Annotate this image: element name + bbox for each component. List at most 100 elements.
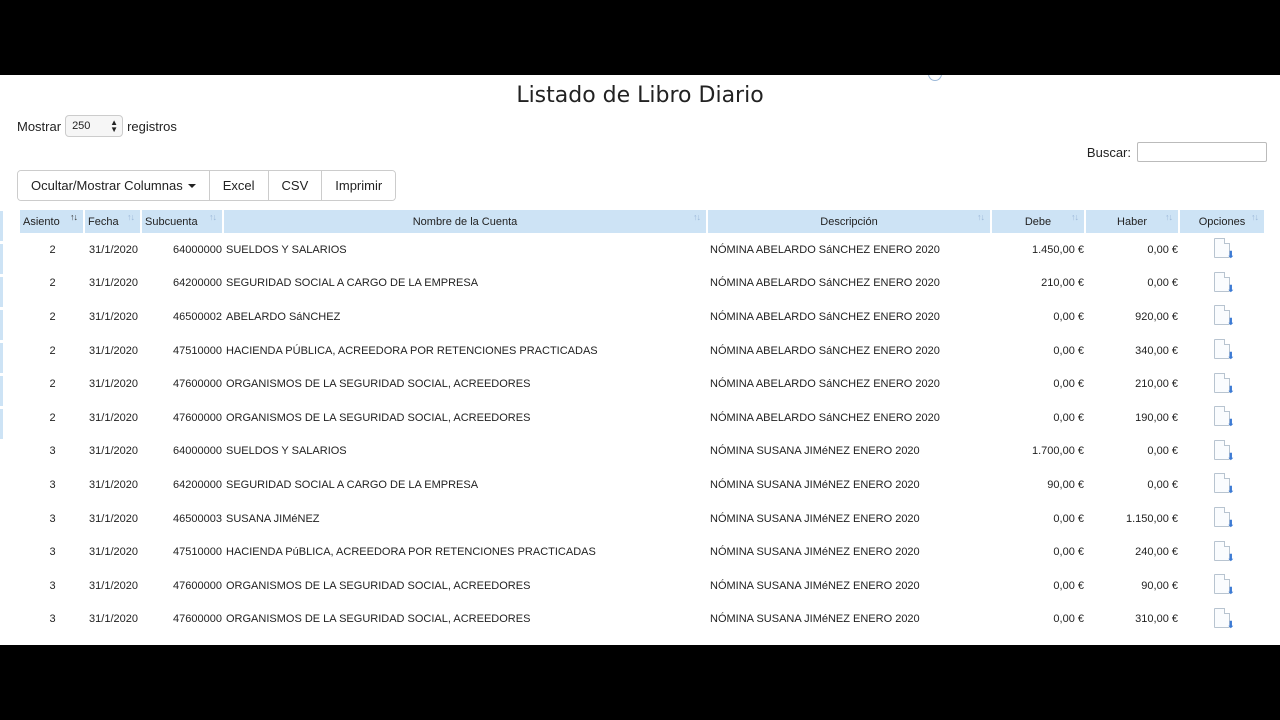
- cell-fecha: 31/1/2020: [89, 613, 138, 626]
- table-row[interactable]: 3 31/1/2020 47510000 HACIENDA PúBLICA, A…: [20, 535, 1264, 569]
- cell-nombre-cuenta: ORGANISMOS DE LA SEGURIDAD SOCIAL, ACREE…: [226, 411, 531, 424]
- cell-debe: 1.700,00 €: [1032, 445, 1084, 458]
- cell-debe: 0,00 €: [1053, 310, 1084, 323]
- cell-debe: 0,00 €: [1053, 411, 1084, 424]
- cell-haber: 0,00 €: [1147, 445, 1178, 458]
- toggle-columns-button[interactable]: Ocultar/Mostrar Columnas: [18, 171, 210, 200]
- subcuenta-link[interactable]: 64200000: [142, 267, 224, 301]
- table-row[interactable]: 2 31/1/2020 47600000 ORGANISMOS DE LA SE…: [20, 367, 1264, 401]
- excel-button[interactable]: Excel: [209, 171, 269, 200]
- cell-nombre-cuenta: SEGURIDAD SOCIAL A CARGO DE LA EMPRESA: [226, 277, 479, 290]
- subcuenta-link[interactable]: 47510000: [142, 535, 224, 569]
- document-download-icon[interactable]: ⬇: [1214, 540, 1235, 563]
- cell-haber: 0,00 €: [1147, 478, 1178, 491]
- cell-opciones: ⬇: [1180, 603, 1264, 637]
- header-subcuenta[interactable]: Subcuenta ↑↓: [142, 210, 224, 233]
- table-row[interactable]: 3 31/1/2020 64200000 SEGURIDAD SOCIAL A …: [20, 468, 1264, 502]
- header-fecha[interactable]: Fecha ↑↓: [85, 210, 142, 233]
- header-nombre-cuenta[interactable]: Nombre de la Cuenta ↑↓: [224, 210, 708, 233]
- cell-asiento: 2: [49, 277, 56, 290]
- cell-asiento: 2: [49, 378, 56, 391]
- cell-asiento: 3: [49, 546, 56, 559]
- cell-opciones: ⬇: [1180, 300, 1264, 334]
- document-download-icon[interactable]: ⬇: [1214, 473, 1235, 496]
- table-row[interactable]: 3 31/1/2020 46500003 SUSANA JIMéNEZ NÓMI…: [20, 502, 1264, 536]
- cell-haber: 310,00 €: [1135, 613, 1178, 626]
- app-window: Listado de Libro Diario Mostrar 250 ▲ ▼ r…: [0, 75, 1280, 645]
- cell-descripcion: NÓMINA SUSANA JIMéNEZ ENERO 2020: [710, 546, 920, 559]
- subcuenta-link[interactable]: 64200000: [142, 468, 224, 502]
- toggle-columns-label: Ocultar/Mostrar Columnas: [31, 178, 183, 193]
- table-row[interactable]: 2 31/1/2020 46500002 ABELARDO SáNCHEZ NÓ…: [20, 300, 1264, 334]
- subcuenta-link[interactable]: 64000000: [142, 435, 224, 469]
- table-row[interactable]: 2 31/1/2020 47600000 ORGANISMOS DE LA SE…: [20, 401, 1264, 435]
- cell-asiento: 3: [49, 478, 56, 491]
- table-body: 2 31/1/2020 64000000 SUELDOS Y SALARIOS …: [20, 233, 1264, 636]
- document-download-icon[interactable]: ⬇: [1214, 271, 1235, 294]
- table-row[interactable]: 3 31/1/2020 47600000 ORGANISMOS DE LA SE…: [20, 603, 1264, 637]
- table-row[interactable]: 2 31/1/2020 64200000 SEGURIDAD SOCIAL A …: [20, 267, 1264, 301]
- cell-descripcion: NÓMINA ABELARDO SáNCHEZ ENERO 2020: [710, 411, 940, 424]
- header-debe[interactable]: Debe ↑↓: [992, 210, 1086, 233]
- document-download-icon[interactable]: ⬇: [1214, 607, 1235, 630]
- export-toolbar: Ocultar/Mostrar Columnas Excel CSV Impri…: [17, 170, 397, 201]
- csv-button[interactable]: CSV: [268, 171, 323, 200]
- subcuenta-link[interactable]: 47600000: [142, 603, 224, 637]
- subcuenta-link[interactable]: 47600000: [142, 401, 224, 435]
- document-download-icon[interactable]: ⬇: [1214, 574, 1235, 597]
- header-opciones[interactable]: Opciones ↑↓: [1180, 210, 1264, 233]
- cell-nombre-cuenta: SUELDOS Y SALARIOS: [226, 445, 347, 458]
- length-select-value: 250: [72, 120, 91, 132]
- cell-haber: 340,00 €: [1135, 344, 1178, 357]
- sort-arrows-icon: ↑↓: [209, 212, 217, 222]
- cell-opciones: ⬇: [1180, 535, 1264, 569]
- table-row[interactable]: 3 31/1/2020 47600000 ORGANISMOS DE LA SE…: [20, 569, 1264, 603]
- row-selection-strip: [0, 211, 3, 439]
- subcuenta-link[interactable]: 46500003: [142, 502, 224, 536]
- cell-nombre-cuenta: ORGANISMOS DE LA SEGURIDAD SOCIAL, ACREE…: [226, 613, 531, 626]
- cell-asiento: 2: [49, 310, 56, 323]
- subcuenta-link[interactable]: 47510000: [142, 334, 224, 368]
- cell-descripcion: NÓMINA SUSANA JIMéNEZ ENERO 2020: [710, 445, 920, 458]
- document-download-icon[interactable]: ⬇: [1214, 406, 1235, 429]
- document-download-icon[interactable]: ⬇: [1214, 507, 1235, 530]
- cell-descripcion: NÓMINA SUSANA JIMéNEZ ENERO 2020: [710, 613, 920, 626]
- cell-nombre-cuenta: ABELARDO SáNCHEZ: [226, 310, 341, 323]
- header-asiento[interactable]: Asiento ↑↓: [20, 210, 85, 233]
- document-download-icon[interactable]: ⬇: [1214, 339, 1235, 362]
- sort-arrows-icon: ↑↓: [1071, 212, 1079, 222]
- search-input[interactable]: [1137, 142, 1267, 162]
- cell-debe: 0,00 €: [1053, 378, 1084, 391]
- length-menu: Mostrar 250 ▲ ▼ registros: [17, 115, 177, 137]
- length-label-before: Mostrar: [17, 118, 62, 134]
- document-download-icon[interactable]: ⬇: [1214, 238, 1235, 261]
- header-haber[interactable]: Haber ↑↓: [1086, 210, 1180, 233]
- cell-asiento: 3: [49, 579, 56, 592]
- document-download-icon[interactable]: ⬇: [1214, 372, 1235, 395]
- search-label: Buscar:: [1086, 144, 1131, 160]
- table-row[interactable]: 3 31/1/2020 64000000 SUELDOS Y SALARIOS …: [20, 435, 1264, 469]
- cell-debe: 0,00 €: [1053, 512, 1084, 525]
- subcuenta-link[interactable]: 47600000: [142, 367, 224, 401]
- cell-asiento: 2: [49, 243, 56, 256]
- cell-opciones: ⬇: [1180, 401, 1264, 435]
- print-button[interactable]: Imprimir: [322, 171, 396, 200]
- subcuenta-link[interactable]: 46500002: [142, 300, 224, 334]
- loading-indicator-icon: [928, 75, 942, 81]
- document-download-icon[interactable]: ⬇: [1214, 305, 1235, 328]
- caret-down-icon: [187, 183, 196, 188]
- cell-fecha: 31/1/2020: [89, 344, 138, 357]
- document-download-icon[interactable]: ⬇: [1214, 439, 1235, 462]
- table-row[interactable]: 2 31/1/2020 64000000 SUELDOS Y SALARIOS …: [20, 233, 1264, 267]
- cell-fecha: 31/1/2020: [89, 478, 138, 491]
- cell-opciones: ⬇: [1180, 367, 1264, 401]
- cell-opciones: ⬇: [1180, 267, 1264, 301]
- length-select[interactable]: 250 ▲ ▼: [65, 115, 124, 137]
- subcuenta-link[interactable]: 47600000: [142, 569, 224, 603]
- table-row[interactable]: 2 31/1/2020 47510000 HACIENDA PÚBLICA, A…: [20, 334, 1264, 368]
- cell-opciones: ⬇: [1180, 569, 1264, 603]
- cell-descripcion: NÓMINA ABELARDO SáNCHEZ ENERO 2020: [710, 344, 940, 357]
- select-arrows-icon: ▲ ▼: [110, 118, 119, 134]
- header-descripcion[interactable]: Descripción ↑↓: [708, 210, 992, 233]
- subcuenta-link[interactable]: 64000000: [142, 233, 224, 267]
